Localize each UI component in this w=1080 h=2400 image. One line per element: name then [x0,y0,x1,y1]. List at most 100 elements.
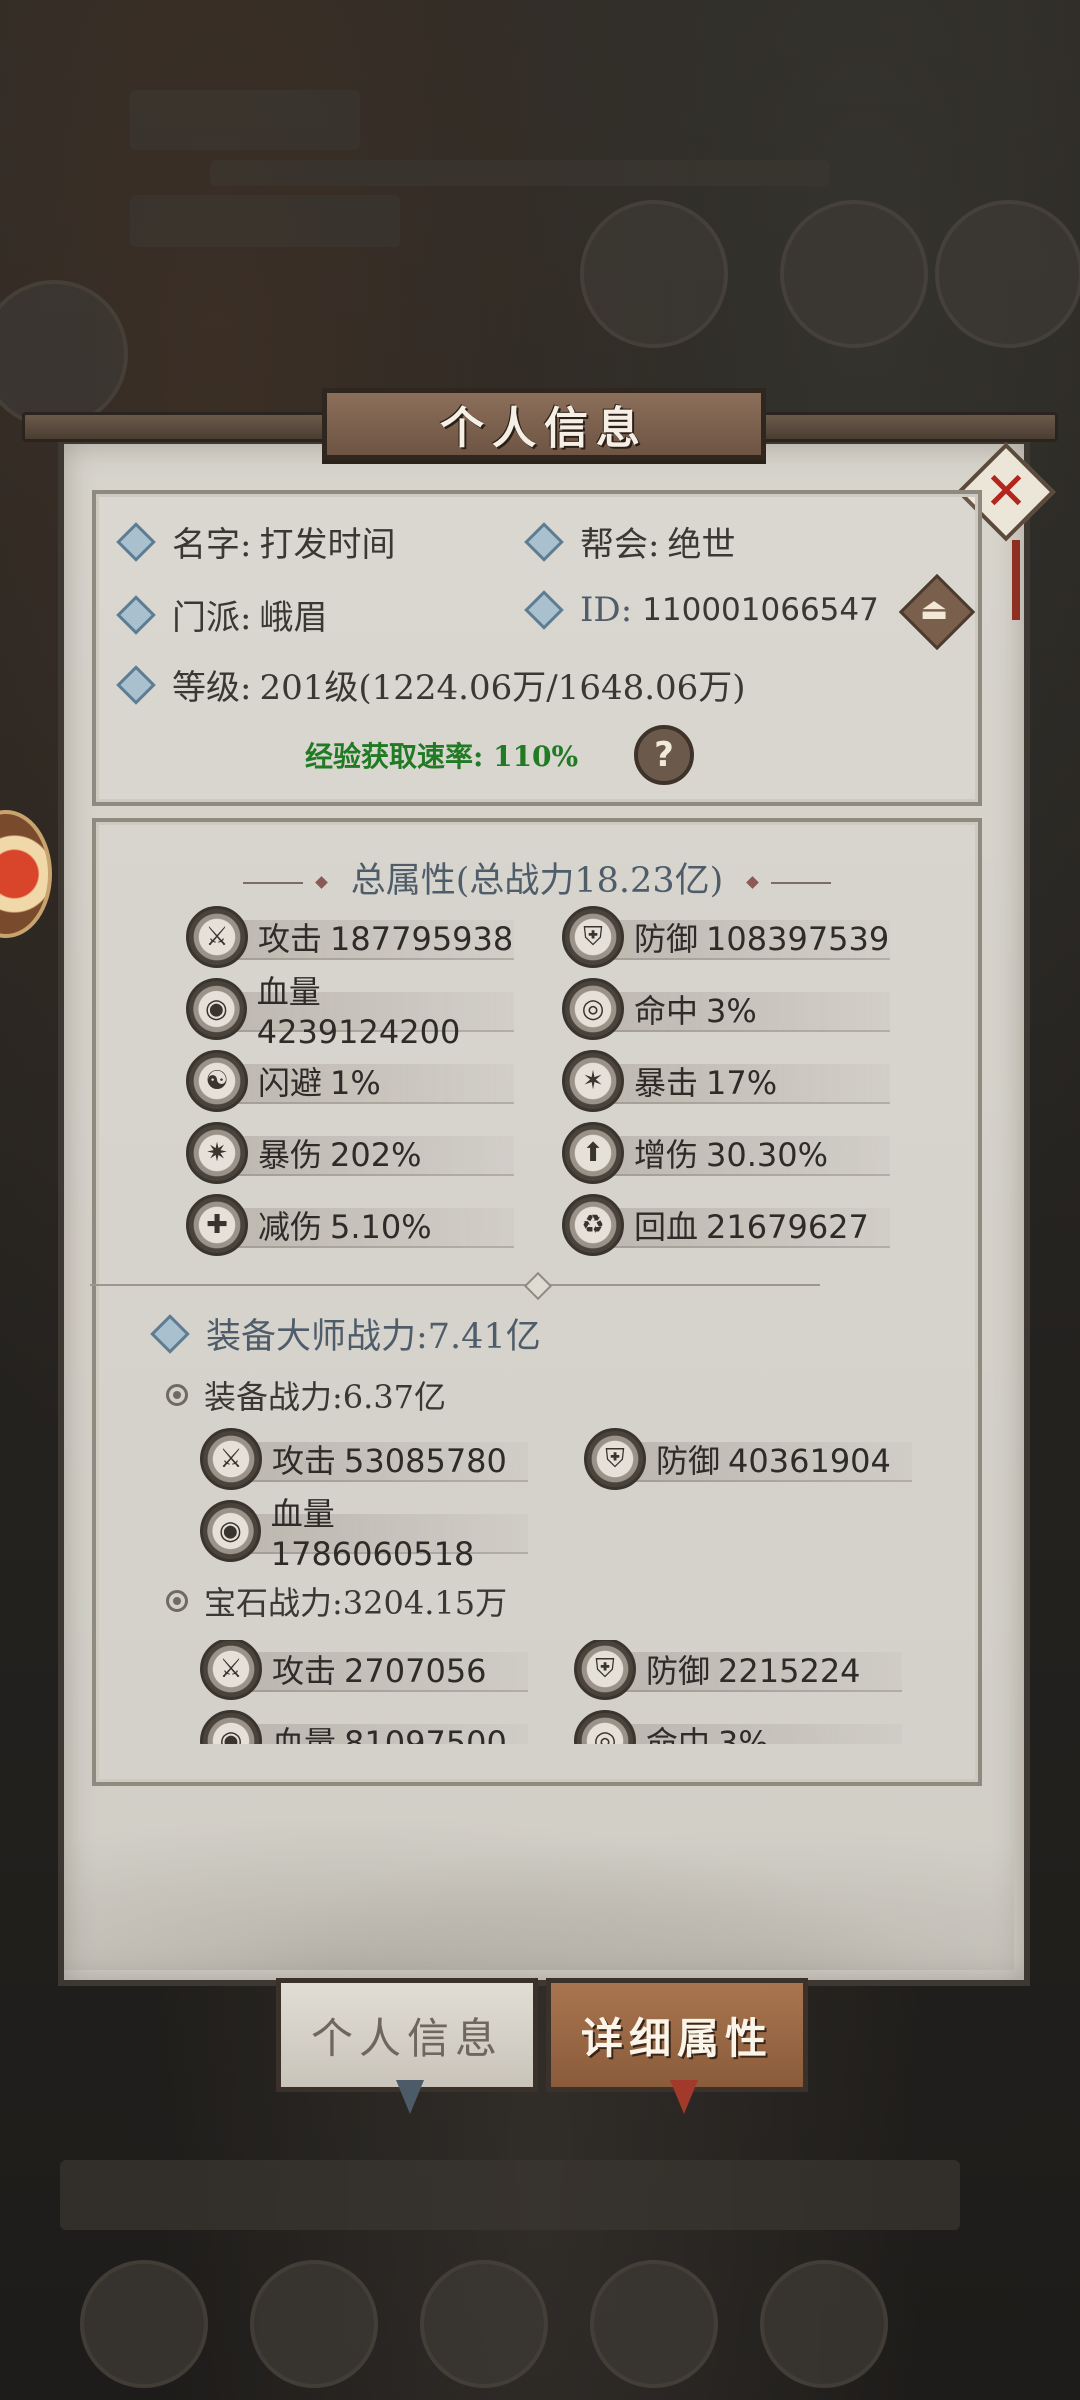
name-value: 打发时间 [259,525,396,565]
damage-boost-icon: ⬆ [562,1122,624,1184]
id-label: ID: [580,590,633,630]
ring-bullet-icon [166,1384,188,1406]
diamond-bullet-icon [116,521,156,562]
sword-icon: ⚔ [200,1640,262,1700]
stat-label: 命中 [646,1724,711,1744]
diamond-bullet-icon [150,1313,190,1354]
close-icon: ✕ [984,462,1028,522]
diamond-bullet-icon [116,664,156,705]
stat-label: 攻击 [272,1442,337,1480]
heal-icon: ♻ [562,1194,624,1256]
name-label: 名字: [172,525,252,565]
sect-row: 门派: 峨眉 [116,590,328,639]
shield-icon: ⛨ [584,1428,646,1490]
tassel [1012,540,1020,620]
gem-power-title: 宝石战力:3204.15万 [204,1584,508,1622]
target-icon: ◎ [562,978,624,1040]
tab-detail-attributes-label: 详细属性 [580,2013,773,2063]
stat-label: 暴击 [634,1064,699,1102]
gem-power-header: 宝石战力:3204.15万 [166,1578,507,1624]
question-icon: ? [654,735,674,775]
stat-label: 闪避 [258,1064,323,1102]
tab-personal-info[interactable]: 个人信息 [276,1978,538,2092]
blood-drop-icon: ◉ [186,978,247,1040]
stat-value: 3% [706,992,757,1030]
stat-item: ⛨ 防御 2215224 [574,1640,914,1700]
level-value: 201级(1224.06万/1648.06万) [259,668,746,708]
equip-power-title: 装备战力:6.37亿 [204,1378,447,1416]
name-row: 名字: 打发时间 [116,517,396,566]
crit-icon: ✶ [562,1050,624,1112]
sect-value: 峨眉 [259,598,328,638]
stat-value: 108397539 [706,920,890,958]
dodge-icon: ☯ [186,1050,248,1112]
stat-item: ✚ 减伤 5.10% [186,1194,526,1256]
id-row: ID: 110001066547 [524,590,879,630]
guild-row: 帮会: 绝世 [524,517,735,566]
stat-label: 攻击 [272,1652,337,1690]
shield-icon: ⛨ [574,1640,636,1700]
stat-value: 30.30% [706,1136,829,1174]
stat-item: ◉ 血量 81097500 [200,1710,540,1744]
equip-master-header: 装备大师战力:7.41亿 [150,1308,541,1359]
stat-label: 血量 [270,1495,335,1533]
shield-icon: ⛨ [562,906,624,968]
ink-mountains [64,1790,1014,1970]
stat-value: 5.10% [330,1208,432,1246]
total-attributes-header: 总属性(总战力18.23亿) [96,852,978,903]
stat-value: 1786060518 [270,1535,475,1573]
diamond-bullet-icon [524,590,564,630]
stat-item: ⚔ 攻击 187795938 [186,906,526,968]
stat-label: 命中 [634,992,699,1030]
stat-value: 2215224 [718,1652,861,1690]
total-attributes-title: 总属性(总战力18.23亿) [350,861,724,901]
sect-label: 门派: [172,598,252,638]
stat-item: ☯ 闪避 1% [186,1050,526,1112]
exp-rate: 经验获取速率: 110% [305,740,579,773]
stat-value: 53085780 [344,1442,507,1480]
gem-stats-clip: ⚔ 攻击 2707056 ⛨ 防御 2215224 ◉ 血量 81097500 ◎ 命中 3% [96,1640,972,1744]
stat-item: ◉ 血量4239124200 [186,973,526,1051]
sword-icon: ⚔ [186,906,248,968]
stat-item: ⬆ 增伤 30.30% [562,1122,902,1184]
stat-value: 187795938 [330,920,514,958]
equip-master-title: 装备大师战力:7.41亿 [206,1317,541,1357]
stat-value: 4239124200 [256,1013,461,1051]
stat-item: ⚔ 攻击 53085780 [200,1428,540,1490]
tab-detail-attributes[interactable]: 详细属性 [546,1978,808,2092]
diamond-bullet-icon [116,594,156,635]
ring-bullet-icon [166,1590,188,1612]
id-value: 110001066547 [642,592,879,628]
stat-item: ♻ 回血 21679627 [562,1194,902,1256]
stat-label: 暴伤 [258,1136,323,1174]
page-title: 个人信息 [440,403,648,454]
level-label: 等级: [172,668,252,708]
sword-icon: ⚔ [200,1428,262,1490]
stat-value: 17% [706,1064,778,1102]
help-button[interactable]: ? [634,725,694,785]
stat-value: 2707056 [344,1652,487,1690]
damage-reduce-icon: ✚ [186,1194,248,1256]
stat-label: 攻击 [258,920,323,958]
stat-item: ⛨ 防御 40361904 [584,1428,924,1490]
stat-value: 202% [330,1136,422,1174]
stat-item: ✶ 暴击 17% [562,1050,902,1112]
stat-item: ✷ 暴伤 202% [186,1122,526,1184]
stat-label: 防御 [646,1652,711,1690]
stat-label: 减伤 [258,1208,323,1246]
panel-title-plaque: 个人信息 [322,388,766,460]
section-divider [90,1284,820,1286]
level-row: 等级: 201级(1224.06万/1648.06万) [116,660,746,709]
blood-drop-icon: ◉ [200,1500,261,1562]
blood-drop-icon: ◉ [200,1710,262,1744]
stat-label: 回血 [634,1208,699,1246]
copy-icon: ⏏ [920,592,949,627]
stat-label: 增伤 [634,1136,699,1174]
stat-value: 3% [718,1724,769,1744]
stat-value: 21679627 [706,1208,869,1246]
guild-label: 帮会: [580,525,660,565]
tab-personal-info-label: 个人信息 [310,2013,503,2063]
target-icon: ◎ [574,1710,636,1744]
stat-value: 81097500 [344,1724,507,1744]
stat-value: 40361904 [728,1442,891,1480]
